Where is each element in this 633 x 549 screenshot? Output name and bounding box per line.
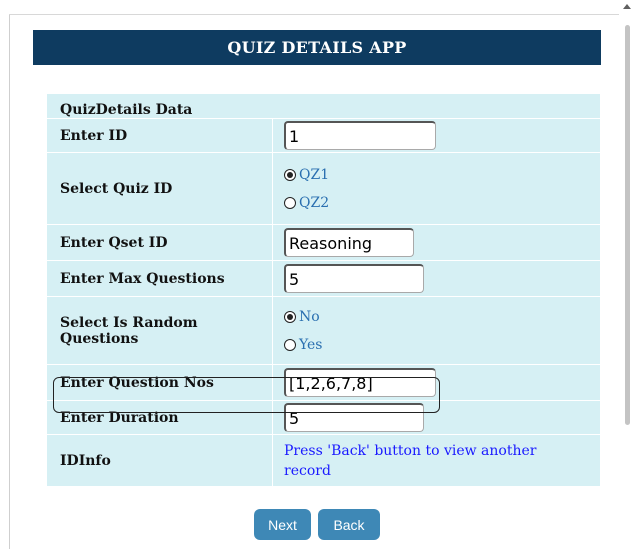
- page-left-border: [9, 14, 10, 549]
- quiz-id-option-label: QZ1: [299, 166, 330, 183]
- page-top-border: [9, 14, 619, 15]
- vertical-scrollbar[interactable]: [619, 0, 633, 549]
- id-label: Enter ID: [47, 119, 273, 153]
- form-row-duration: Enter Duration: [47, 401, 600, 435]
- scrollbar-thumb[interactable]: [625, 25, 630, 425]
- qset-id-label: Enter Qset ID: [47, 225, 273, 261]
- form-row-id-info: IDInfo Press 'Back' button to view anoth…: [47, 435, 600, 487]
- scroll-up-arrow-icon[interactable]: [623, 4, 631, 9]
- radio-unchecked-icon[interactable]: [284, 196, 296, 209]
- next-button[interactable]: Next: [254, 509, 311, 540]
- quiz-id-option-qz2[interactable]: QZ2: [284, 189, 600, 217]
- quiz-id-label: Select Quiz ID: [47, 153, 273, 225]
- radio-checked-icon[interactable]: [284, 310, 296, 323]
- is-random-option-label: No: [299, 308, 320, 325]
- section-title: QuizDetails Data: [47, 94, 600, 119]
- form-row-quiz-id: Select Quiz ID QZ1 QZ2: [47, 153, 600, 225]
- id-info-label: IDInfo: [47, 435, 273, 487]
- duration-label: Enter Duration: [47, 401, 273, 435]
- quiz-details-form: QuizDetails Data Enter ID Select Quiz ID…: [47, 94, 600, 487]
- qset-id-input[interactable]: [284, 228, 414, 257]
- form-row-is-random: Select Is Random Questions No Yes: [47, 297, 600, 365]
- max-questions-input[interactable]: [284, 264, 424, 293]
- form-row-qset-id: Enter Qset ID: [47, 225, 600, 261]
- is-random-label: Select Is Random Questions: [47, 297, 273, 365]
- duration-input[interactable]: [284, 403, 424, 432]
- radio-unchecked-icon[interactable]: [284, 338, 296, 351]
- radio-checked-icon[interactable]: [284, 168, 296, 181]
- id-info-message: Press 'Back' button to view another reco…: [284, 442, 537, 479]
- question-nos-input[interactable]: [284, 368, 436, 397]
- form-row-max-questions: Enter Max Questions: [47, 261, 600, 297]
- is-random-option-label: Yes: [299, 336, 323, 353]
- question-nos-label: Enter Question Nos: [47, 365, 273, 401]
- quiz-id-option-label: QZ2: [299, 194, 330, 211]
- app-title-banner: QUIZ DETAILS APP: [33, 30, 601, 65]
- back-button[interactable]: Back: [318, 509, 380, 540]
- quiz-id-option-qz1[interactable]: QZ1: [284, 161, 600, 189]
- id-input[interactable]: [284, 121, 436, 150]
- form-row-question-nos: Enter Question Nos: [47, 365, 600, 401]
- max-questions-label: Enter Max Questions: [47, 261, 273, 297]
- form-row-id: Enter ID: [47, 119, 600, 153]
- is-random-option-yes[interactable]: Yes: [284, 331, 600, 359]
- is-random-option-no[interactable]: No: [284, 303, 600, 331]
